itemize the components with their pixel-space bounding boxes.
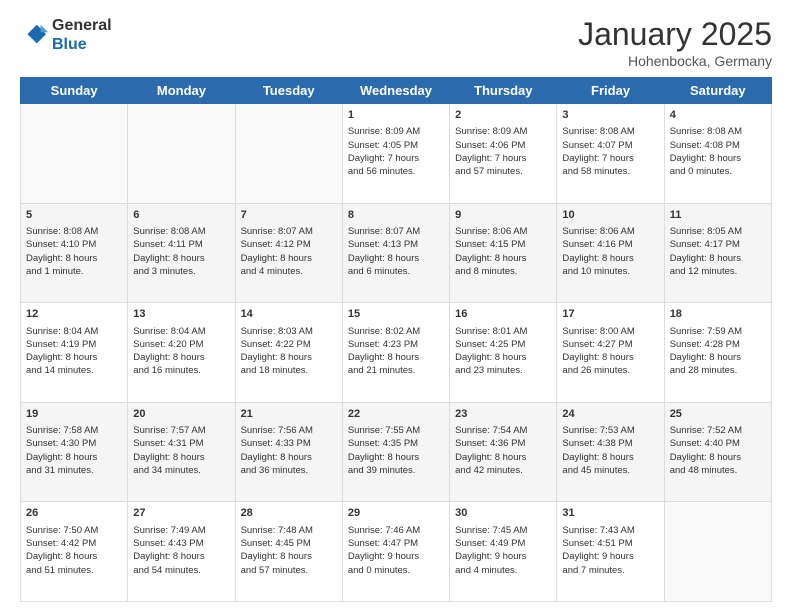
calendar-cell: 27Sunrise: 7:49 AMSunset: 4:43 PMDayligh… — [128, 502, 235, 602]
weekday-thursday: Thursday — [450, 78, 557, 104]
calendar-cell: 12Sunrise: 8:04 AMSunset: 4:19 PMDayligh… — [21, 303, 128, 403]
calendar-cell: 5Sunrise: 8:08 AMSunset: 4:10 PMDaylight… — [21, 203, 128, 303]
calendar-cell — [664, 502, 771, 602]
calendar-cell: 8Sunrise: 8:07 AMSunset: 4:13 PMDaylight… — [342, 203, 449, 303]
day-number: 14 — [241, 307, 337, 322]
logo-blue: Blue — [52, 36, 87, 53]
day-number: 17 — [562, 307, 658, 322]
day-number: 19 — [26, 407, 122, 422]
weekday-tuesday: Tuesday — [235, 78, 342, 104]
day-number: 29 — [348, 506, 444, 521]
weekday-saturday: Saturday — [664, 78, 771, 104]
calendar-cell: 3Sunrise: 8:08 AMSunset: 4:07 PMDaylight… — [557, 104, 664, 204]
day-number: 15 — [348, 307, 444, 322]
day-number: 25 — [670, 407, 766, 422]
day-number: 13 — [133, 307, 229, 322]
weekday-monday: Monday — [128, 78, 235, 104]
title-block: January 2025 Hohenbocka, Germany — [578, 16, 772, 69]
calendar-cell: 13Sunrise: 8:04 AMSunset: 4:20 PMDayligh… — [128, 303, 235, 403]
day-number: 20 — [133, 407, 229, 422]
day-number: 3 — [562, 108, 658, 123]
logo-icon — [20, 21, 48, 49]
calendar-cell: 28Sunrise: 7:48 AMSunset: 4:45 PMDayligh… — [235, 502, 342, 602]
day-number: 18 — [670, 307, 766, 322]
header: General Blue January 2025 Hohenbocka, Ge… — [20, 16, 772, 69]
calendar-cell: 21Sunrise: 7:56 AMSunset: 4:33 PMDayligh… — [235, 402, 342, 502]
calendar-cell: 2Sunrise: 8:09 AMSunset: 4:06 PMDaylight… — [450, 104, 557, 204]
day-number: 31 — [562, 506, 658, 521]
day-number: 26 — [26, 506, 122, 521]
calendar-cell: 25Sunrise: 7:52 AMSunset: 4:40 PMDayligh… — [664, 402, 771, 502]
day-number: 4 — [670, 108, 766, 123]
calendar-cell: 1Sunrise: 8:09 AMSunset: 4:05 PMDaylight… — [342, 104, 449, 204]
calendar-cell — [235, 104, 342, 204]
week-row-5: 26Sunrise: 7:50 AMSunset: 4:42 PMDayligh… — [21, 502, 772, 602]
day-number: 21 — [241, 407, 337, 422]
calendar-cell — [21, 104, 128, 204]
calendar-cell: 24Sunrise: 7:53 AMSunset: 4:38 PMDayligh… — [557, 402, 664, 502]
logo: General Blue — [20, 16, 112, 54]
calendar-cell — [128, 104, 235, 204]
subtitle: Hohenbocka, Germany — [578, 53, 772, 69]
day-number: 2 — [455, 108, 551, 123]
week-row-2: 5Sunrise: 8:08 AMSunset: 4:10 PMDaylight… — [21, 203, 772, 303]
calendar-cell: 10Sunrise: 8:06 AMSunset: 4:16 PMDayligh… — [557, 203, 664, 303]
calendar-cell: 9Sunrise: 8:06 AMSunset: 4:15 PMDaylight… — [450, 203, 557, 303]
page: General Blue January 2025 Hohenbocka, Ge… — [0, 0, 792, 612]
week-row-1: 1Sunrise: 8:09 AMSunset: 4:05 PMDaylight… — [21, 104, 772, 204]
calendar-cell: 29Sunrise: 7:46 AMSunset: 4:47 PMDayligh… — [342, 502, 449, 602]
day-number: 7 — [241, 208, 337, 223]
logo-general: General — [52, 17, 112, 34]
week-row-4: 19Sunrise: 7:58 AMSunset: 4:30 PMDayligh… — [21, 402, 772, 502]
day-number: 23 — [455, 407, 551, 422]
day-number: 9 — [455, 208, 551, 223]
day-number: 28 — [241, 506, 337, 521]
weekday-friday: Friday — [557, 78, 664, 104]
day-number: 5 — [26, 208, 122, 223]
day-number: 11 — [670, 208, 766, 223]
weekday-wednesday: Wednesday — [342, 78, 449, 104]
calendar-cell: 15Sunrise: 8:02 AMSunset: 4:23 PMDayligh… — [342, 303, 449, 403]
calendar: SundayMondayTuesdayWednesdayThursdayFrid… — [20, 77, 772, 602]
calendar-cell: 18Sunrise: 7:59 AMSunset: 4:28 PMDayligh… — [664, 303, 771, 403]
logo-text: General Blue — [52, 16, 112, 54]
day-number: 8 — [348, 208, 444, 223]
day-number: 30 — [455, 506, 551, 521]
weekday-header-row: SundayMondayTuesdayWednesdayThursdayFrid… — [21, 78, 772, 104]
calendar-cell: 26Sunrise: 7:50 AMSunset: 4:42 PMDayligh… — [21, 502, 128, 602]
calendar-cell: 4Sunrise: 8:08 AMSunset: 4:08 PMDaylight… — [664, 104, 771, 204]
calendar-cell: 7Sunrise: 8:07 AMSunset: 4:12 PMDaylight… — [235, 203, 342, 303]
day-number: 16 — [455, 307, 551, 322]
calendar-cell: 16Sunrise: 8:01 AMSunset: 4:25 PMDayligh… — [450, 303, 557, 403]
weekday-sunday: Sunday — [21, 78, 128, 104]
day-number: 1 — [348, 108, 444, 123]
calendar-cell: 23Sunrise: 7:54 AMSunset: 4:36 PMDayligh… — [450, 402, 557, 502]
calendar-cell: 14Sunrise: 8:03 AMSunset: 4:22 PMDayligh… — [235, 303, 342, 403]
calendar-cell: 11Sunrise: 8:05 AMSunset: 4:17 PMDayligh… — [664, 203, 771, 303]
day-number: 22 — [348, 407, 444, 422]
calendar-cell: 31Sunrise: 7:43 AMSunset: 4:51 PMDayligh… — [557, 502, 664, 602]
month-title: January 2025 — [578, 16, 772, 53]
calendar-cell: 6Sunrise: 8:08 AMSunset: 4:11 PMDaylight… — [128, 203, 235, 303]
calendar-cell: 22Sunrise: 7:55 AMSunset: 4:35 PMDayligh… — [342, 402, 449, 502]
calendar-cell: 19Sunrise: 7:58 AMSunset: 4:30 PMDayligh… — [21, 402, 128, 502]
calendar-cell: 20Sunrise: 7:57 AMSunset: 4:31 PMDayligh… — [128, 402, 235, 502]
calendar-cell: 17Sunrise: 8:00 AMSunset: 4:27 PMDayligh… — [557, 303, 664, 403]
day-number: 24 — [562, 407, 658, 422]
day-number: 12 — [26, 307, 122, 322]
calendar-cell: 30Sunrise: 7:45 AMSunset: 4:49 PMDayligh… — [450, 502, 557, 602]
day-number: 10 — [562, 208, 658, 223]
week-row-3: 12Sunrise: 8:04 AMSunset: 4:19 PMDayligh… — [21, 303, 772, 403]
day-number: 6 — [133, 208, 229, 223]
day-number: 27 — [133, 506, 229, 521]
